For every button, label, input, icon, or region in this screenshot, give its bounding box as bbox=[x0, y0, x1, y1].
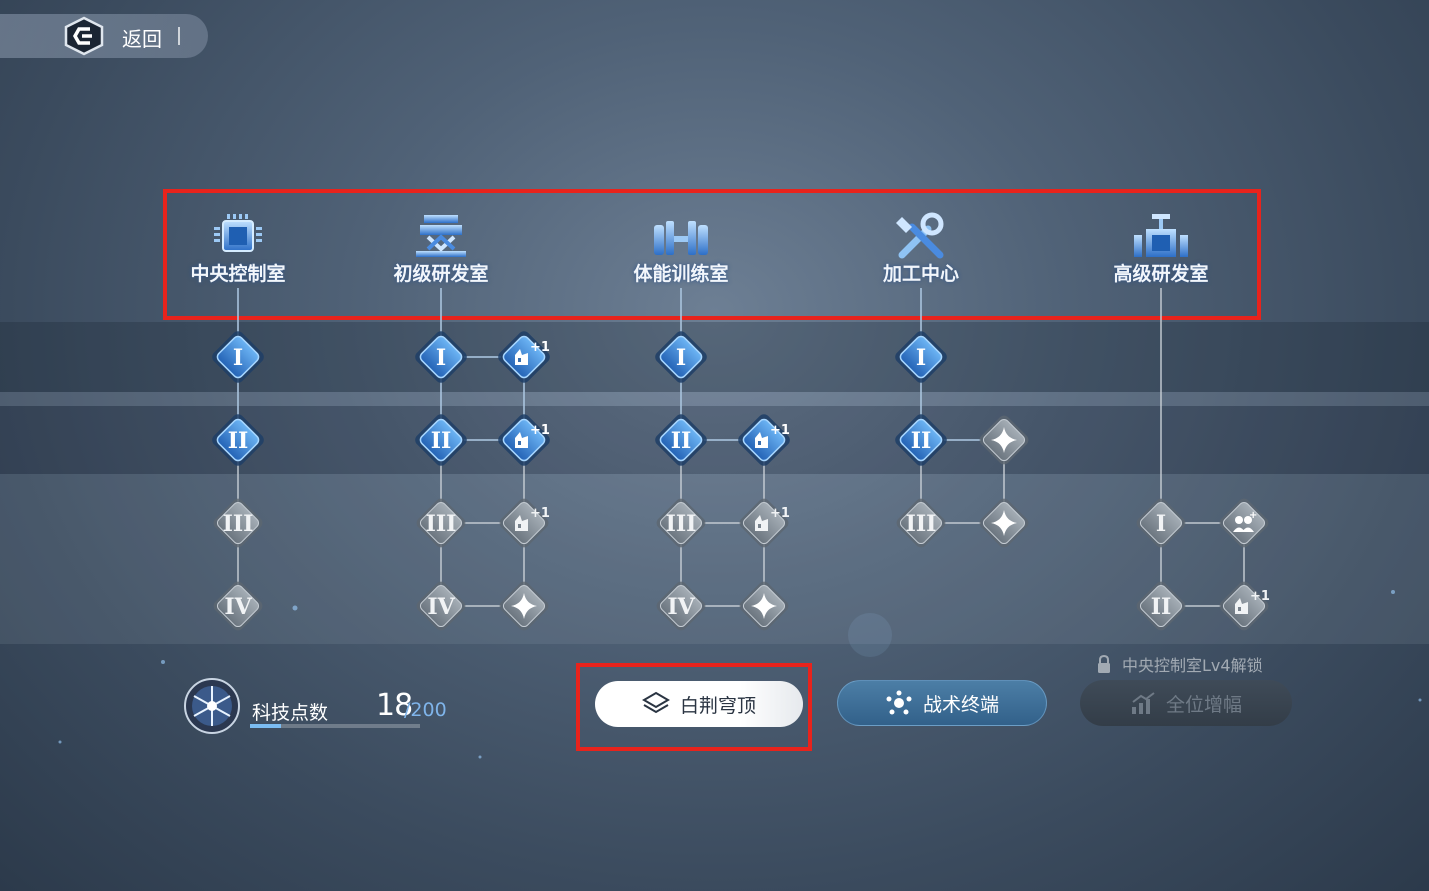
tech-node-advanced-lab-1[interactable]: I bbox=[1133, 495, 1189, 551]
network-icon bbox=[886, 690, 912, 715]
building-plus-icon[interactable] bbox=[494, 327, 554, 387]
building-plus-icon[interactable] bbox=[494, 410, 554, 470]
node-label: II bbox=[228, 428, 249, 454]
tech-node-advanced-lab-2[interactable]: II bbox=[1133, 578, 1189, 634]
tech-node-central-1[interactable]: I bbox=[208, 327, 268, 387]
connector-lines-inactive bbox=[237, 288, 1245, 607]
lock-icon bbox=[1098, 654, 1110, 673]
star-icon[interactable] bbox=[736, 578, 792, 634]
svg-text:+: + bbox=[1249, 510, 1257, 521]
node-label: III bbox=[223, 511, 254, 537]
tech-node-processing-1[interactable]: I bbox=[891, 327, 951, 387]
tech-points-emblem-icon bbox=[184, 678, 240, 734]
node-label: IV bbox=[224, 594, 252, 620]
node-label: II bbox=[911, 428, 932, 454]
unlock-requirement-text: 中央控制室Lv4解锁 bbox=[1122, 656, 1263, 675]
tech-node-fitness-3[interactable]: III bbox=[653, 495, 709, 551]
tech-node-central-4[interactable]: IV bbox=[210, 578, 266, 634]
tech-node-basic-lab-1[interactable]: I bbox=[411, 327, 471, 387]
star-icon[interactable] bbox=[496, 578, 552, 634]
node-label: II bbox=[1151, 594, 1172, 620]
building-plus-icon[interactable] bbox=[1216, 578, 1272, 634]
full-boost-label: 全位增幅 bbox=[1165, 693, 1242, 716]
node-label: III bbox=[426, 511, 457, 537]
tech-node-fitness-1[interactable]: I bbox=[651, 327, 711, 387]
node-label: I bbox=[676, 345, 686, 371]
node-label: IV bbox=[667, 594, 695, 620]
tech-node-basic-lab-2[interactable]: II bbox=[411, 410, 471, 470]
building-plus-icon[interactable] bbox=[496, 495, 552, 551]
node-label: I bbox=[916, 345, 926, 371]
full-boost-button[interactable]: 全位增幅 bbox=[1080, 680, 1292, 726]
layers-icon bbox=[641, 691, 670, 714]
tech-node-processing-2[interactable]: II bbox=[891, 410, 951, 470]
tech-node-central-2[interactable]: II bbox=[208, 410, 268, 470]
tech-points-label: 科技点数 bbox=[252, 702, 329, 724]
tech-node-fitness-4[interactable]: IV bbox=[653, 578, 709, 634]
team-plus-icon[interactable]: + bbox=[1216, 495, 1272, 551]
tech-points-max: /200 bbox=[404, 699, 447, 721]
building-plus-icon[interactable] bbox=[734, 410, 794, 470]
unlock-requirement: 中央控制室Lv4解锁 bbox=[1096, 652, 1263, 676]
node-label: I bbox=[233, 345, 243, 371]
building-plus-icon[interactable] bbox=[736, 495, 792, 551]
node-label: III bbox=[666, 511, 697, 537]
tech-node-basic-lab-4[interactable]: IV bbox=[413, 578, 469, 634]
tech-node-central-3[interactable]: III bbox=[210, 495, 266, 551]
node-label: IV bbox=[427, 594, 455, 620]
baijing-dome-button[interactable]: 白荆穹顶 bbox=[595, 681, 803, 727]
node-label: I bbox=[436, 345, 446, 371]
baijing-dome-label: 白荆穹顶 bbox=[679, 694, 756, 717]
node-label: I bbox=[1156, 511, 1166, 537]
tech-node-processing-3[interactable]: III bbox=[893, 495, 949, 551]
node-label: II bbox=[431, 428, 452, 454]
tech-node-basic-lab-3[interactable]: III bbox=[413, 495, 469, 551]
tech-tree: +1 +1 bbox=[58, 288, 1422, 759]
node-label: III bbox=[906, 511, 937, 537]
tech-node-fitness-2[interactable]: II bbox=[651, 410, 711, 470]
chart-up-icon bbox=[1131, 692, 1155, 714]
tech-points-bar-fill bbox=[250, 724, 281, 728]
tactical-terminal-button[interactable]: 战术终端 bbox=[837, 680, 1047, 726]
node-label: II bbox=[671, 428, 692, 454]
star-icon[interactable] bbox=[976, 412, 1032, 468]
star-icon[interactable] bbox=[976, 495, 1032, 551]
tech-points-bar bbox=[250, 724, 420, 728]
connector-lines bbox=[237, 288, 981, 441]
tactical-terminal-label: 战术终端 bbox=[922, 693, 999, 716]
tech-points-panel: 科技点数 18 /200 bbox=[180, 676, 460, 736]
